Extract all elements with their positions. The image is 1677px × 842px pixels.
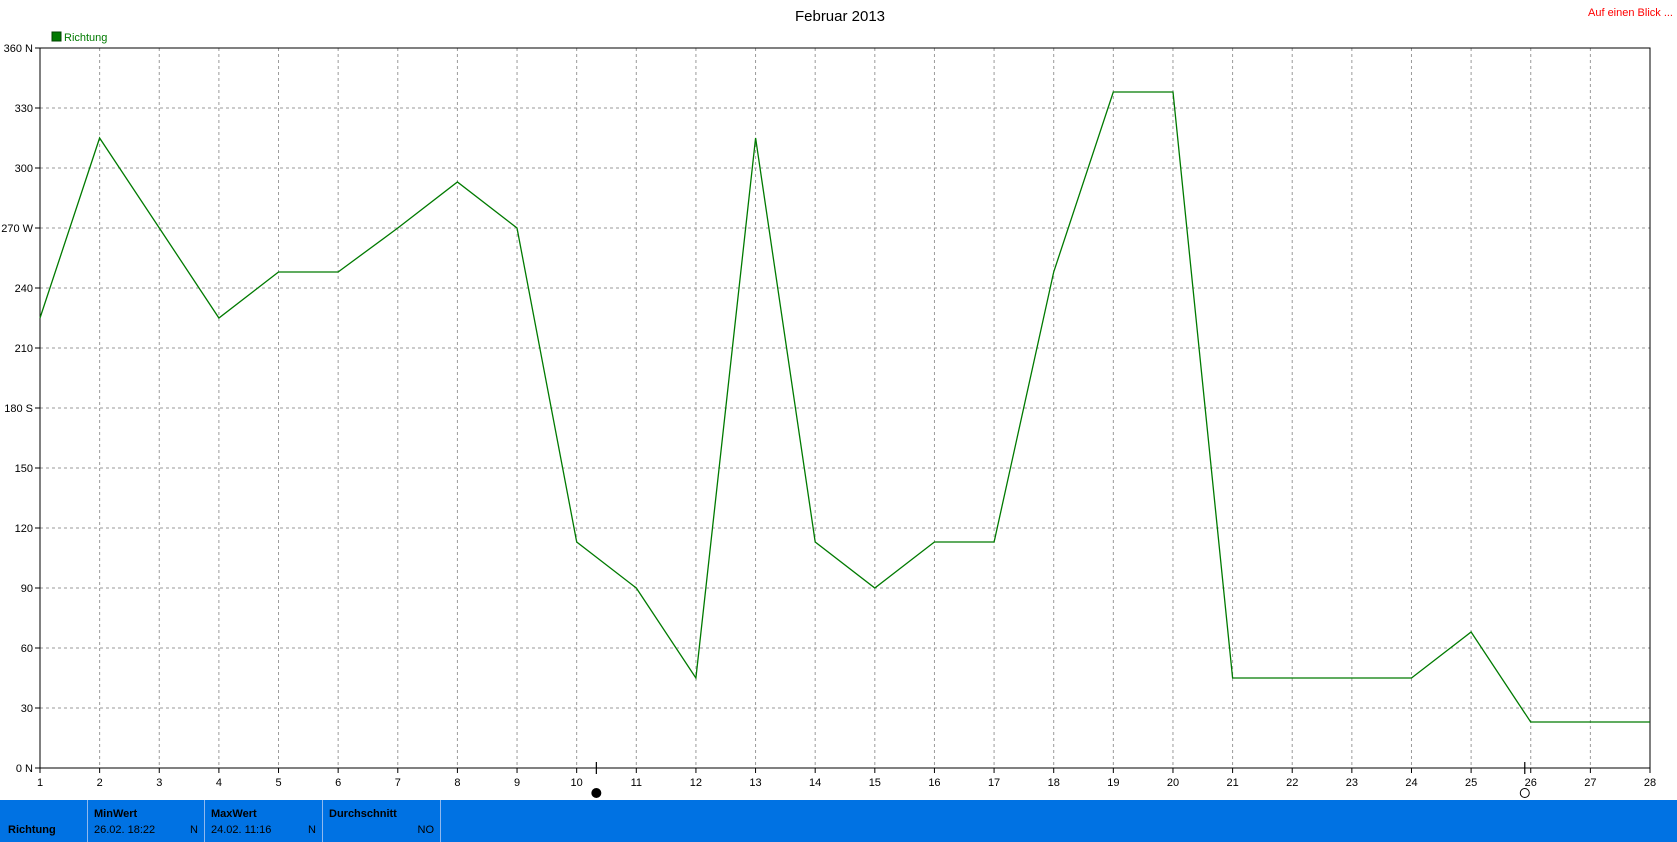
x-tick-label: 3 [156,777,162,789]
x-tick-label: 12 [690,777,702,789]
x-tick-label: 8 [454,777,460,789]
x-tick-label: 19 [1107,777,1119,789]
data-point [992,540,996,544]
legend-label[interactable]: Richtung [64,32,107,44]
series-group [38,90,1652,724]
data-point [98,136,102,140]
data-point [1350,676,1354,680]
x-axis: 1 2 3 4 5 6 7 8 9 10 11 12 13 14 15 16 17 18 19 20 21 22 23 24 2… [37,768,1656,789]
full-moon-icon [1519,788,1530,798]
data-point [277,270,281,274]
series-line-richtung [39,91,1650,723]
x-tick-label: 26 [1525,777,1537,789]
max-header: MaxWert [211,808,257,820]
data-point [1409,676,1413,680]
summary-row-label: Richtung [8,824,56,836]
x-tick-label: 27 [1584,777,1596,789]
data-point [1052,270,1056,274]
x-tick-label: 16 [928,777,940,789]
data-point [1588,720,1592,724]
y-tick-label: 90 [21,583,33,595]
average-header: Durchschnitt [329,808,397,820]
data-point [38,316,42,320]
data-point [754,136,758,140]
average-cell: Durchschnitt NO [323,800,441,842]
grid [40,48,1650,768]
y-axis: 360 N 330 300 270 W 240 210 180 S 150 120 90 60 30 0… [1,43,40,775]
min-value: 26.02. 18:22 [94,824,156,836]
x-tick-label: 13 [749,777,761,789]
y-tick-label: 270 W [1,223,33,235]
y-tick-label: 300 [15,163,33,175]
y-tick-label: 240 [15,283,33,295]
summary-row-label-cell: Richtung [0,800,88,842]
data-point [1171,90,1175,94]
x-tick-label: 21 [1226,777,1238,789]
max-value-cell: MaxWert 24.02. 11:16 N [205,800,323,842]
y-tick-label: 150 [15,463,33,475]
data-point [1648,720,1652,724]
legend-swatch [51,31,62,42]
data-point [1231,676,1235,680]
x-tick-label: 25 [1465,777,1477,789]
y-tick-label: 120 [15,523,33,535]
min-direction: N [190,824,198,836]
x-tick-label: 11 [631,777,642,789]
summary-bar: Richtung MinWert 26.02. 18:22 N MaxWert … [0,800,1677,842]
x-tick-label: 4 [216,777,222,789]
data-point [1290,676,1294,680]
data-point [217,316,221,320]
x-tick-label: 10 [571,777,583,789]
y-tick-label: 180 S [4,403,33,415]
x-tick-label: 24 [1405,777,1417,789]
x-tick-label: 15 [869,777,881,789]
data-point [1111,90,1115,94]
x-tick-label: 18 [1048,777,1060,789]
data-point [813,540,817,544]
chart: Februar 2013 Auf einen Blick ... Richtun… [1,7,1673,798]
y-tick-label: 30 [21,703,33,715]
x-tick-label: 9 [514,777,520,789]
min-value-cell: MinWert 26.02. 18:22 N [88,800,205,842]
x-tick-label: 14 [809,777,821,789]
data-point [515,226,519,230]
data-point [1469,630,1473,634]
data-point [157,226,161,230]
y-tick-label: 60 [21,643,33,655]
data-point [396,226,400,230]
x-tick-label: 23 [1346,777,1358,789]
x-tick-label: 2 [97,777,103,789]
x-tick-label: 22 [1286,777,1298,789]
min-header: MinWert [94,808,138,820]
data-point [932,540,936,544]
x-tick-label: 7 [395,777,401,789]
x-tick-label: 17 [988,777,1000,789]
x-tick-label: 1 [37,777,43,789]
data-point [694,676,698,680]
average-direction: NO [417,824,435,836]
y-tick-label: 0 N [16,763,33,775]
new-moon-icon [591,788,602,798]
data-point [873,586,877,590]
y-tick-label: 210 [15,343,33,355]
max-value: 24.02. 11:16 [211,824,272,836]
y-tick-label: 360 N [4,43,33,55]
max-direction: N [308,824,316,836]
x-tick-label: 28 [1644,777,1656,789]
data-point [1529,720,1533,724]
chart-title: Februar 2013 [795,8,885,25]
x-tick-label: 5 [275,777,281,789]
x-tick-label: 6 [335,777,341,789]
overview-link[interactable]: Auf einen Blick ... [1588,7,1673,19]
x-tick-label: 20 [1167,777,1179,789]
data-point [575,540,579,544]
y-tick-label: 330 [15,103,33,115]
data-point [455,180,459,184]
data-point [634,586,638,590]
data-point [336,270,340,274]
moon-markers [591,762,1530,798]
